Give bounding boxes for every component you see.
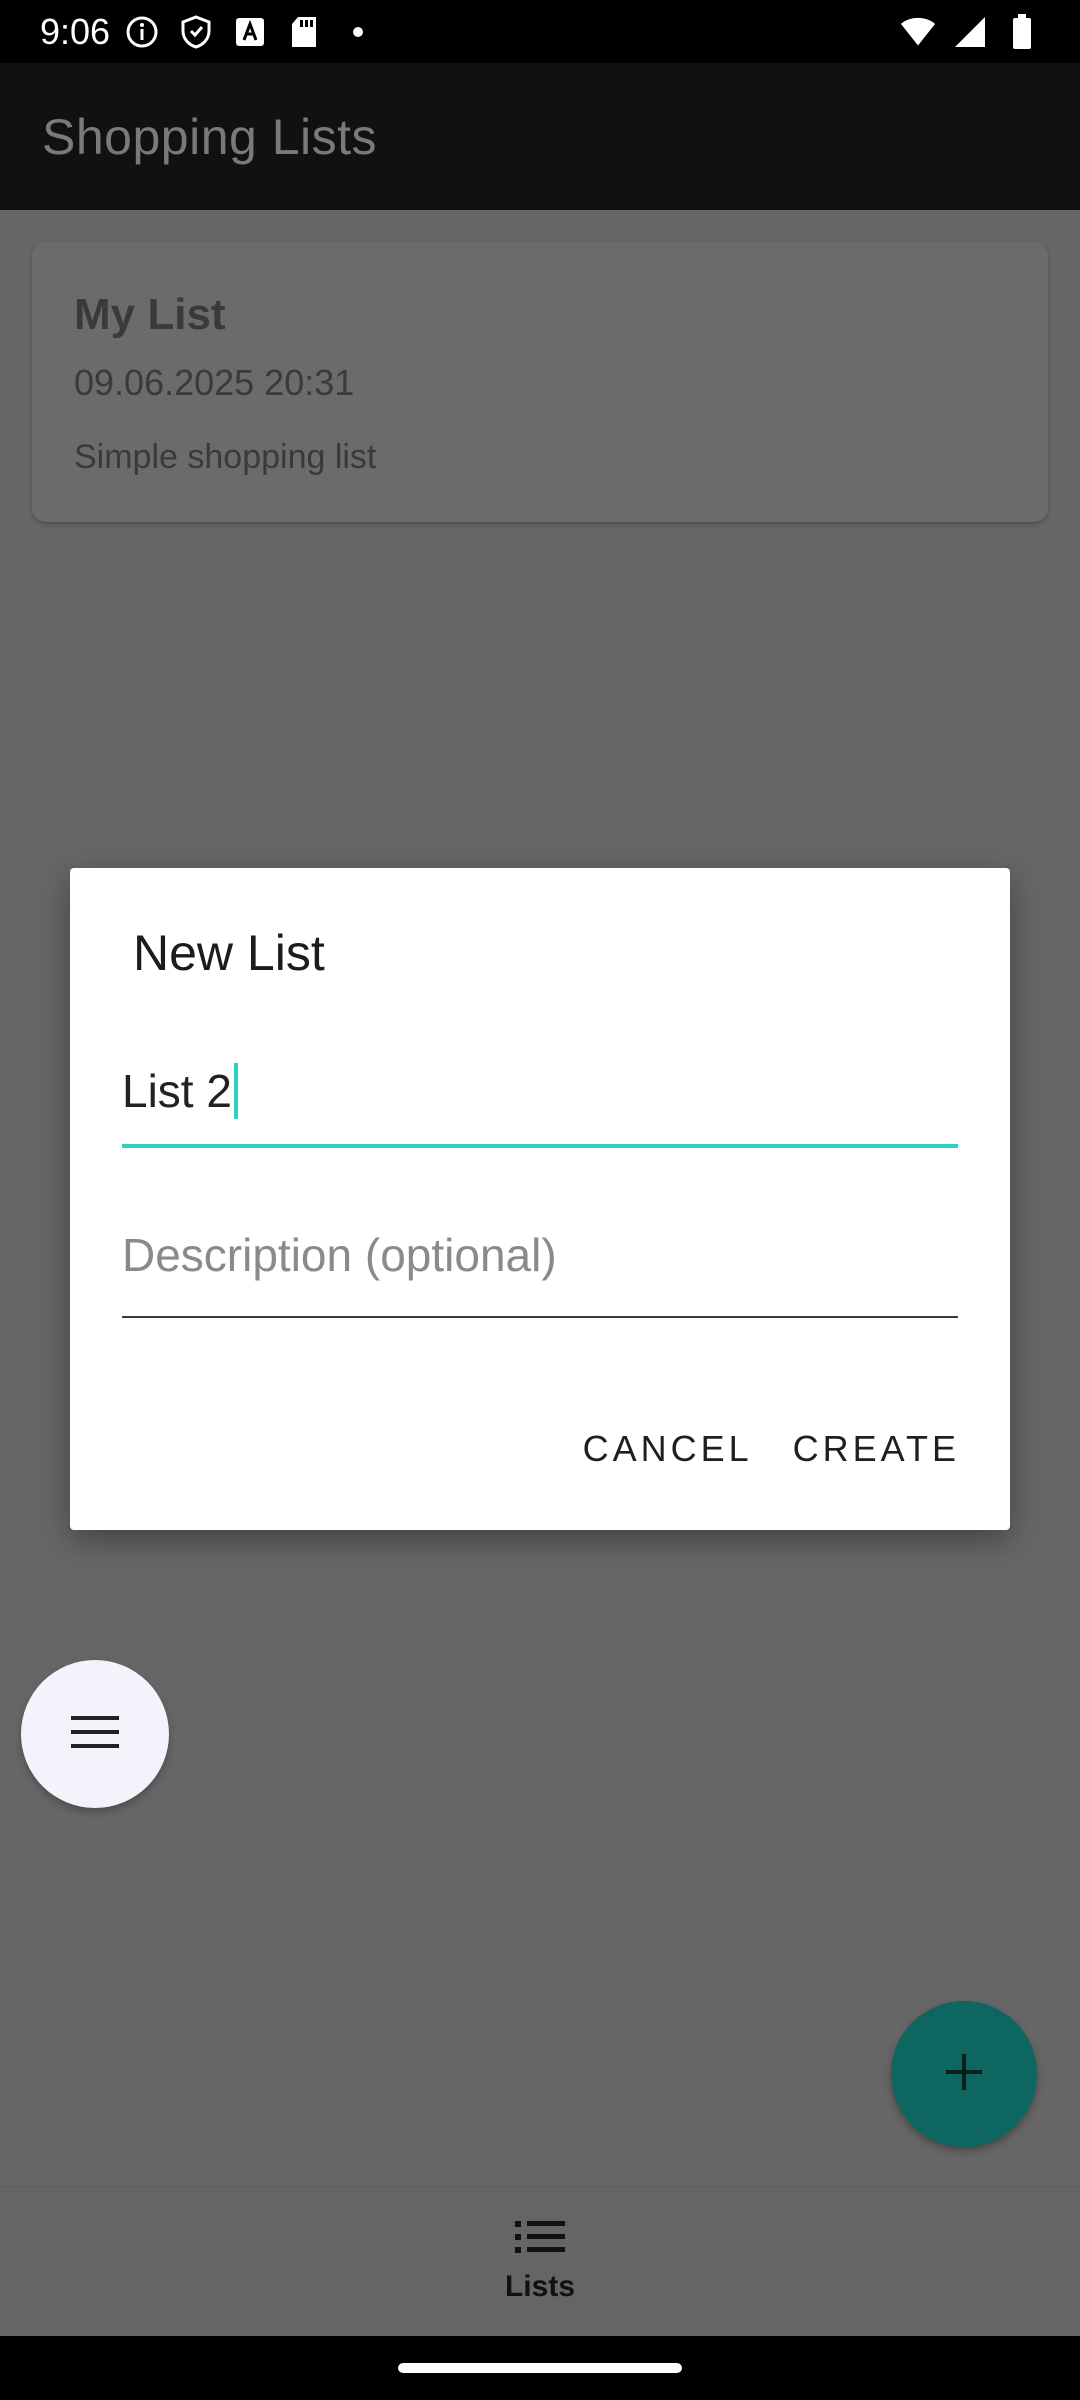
- add-list-fab-button[interactable]: [891, 2001, 1037, 2147]
- battery-icon: [1004, 13, 1040, 50]
- text-cursor: [233, 1063, 238, 1119]
- menu-icon: [71, 1714, 119, 1755]
- shield-icon: [178, 14, 214, 50]
- nav-item-label: Lists: [504, 2270, 576, 2303]
- description-field[interactable]: Description (optional): [122, 1218, 958, 1318]
- list-name-field[interactable]: List 2: [122, 1054, 958, 1148]
- list-name-value: List 2: [122, 1065, 232, 1117]
- dialog-actions: CANCEL CREATE: [583, 1428, 960, 1470]
- app-title: Shopping Lists: [42, 108, 378, 165]
- sd-card-icon: [286, 14, 322, 50]
- system-navigation-bar: [0, 2336, 1080, 2400]
- status-time: 9:06: [40, 10, 111, 52]
- home-gesture-handle[interactable]: [398, 2363, 682, 2373]
- bottom-navigation: Lists: [0, 2186, 1080, 2336]
- cancel-button[interactable]: CANCEL: [583, 1428, 753, 1470]
- status-icons-left: [124, 14, 376, 50]
- menu-fab-button[interactable]: [21, 1660, 169, 1808]
- list-card[interactable]: My List 09.06.2025 20:31 Simple shopping…: [32, 242, 1048, 522]
- status-icons-right: [900, 13, 1040, 50]
- nav-item-lists[interactable]: Lists: [505, 2219, 575, 2304]
- wifi-icon: [900, 14, 936, 50]
- dot-icon: [340, 14, 376, 50]
- create-button[interactable]: CREATE: [793, 1428, 960, 1470]
- list-card-title: My List: [74, 290, 226, 339]
- signal-icon: [952, 14, 988, 50]
- plus-icon: [944, 2052, 984, 2097]
- list-name-input[interactable]: List 2: [122, 1054, 238, 1128]
- app-bar: Shopping Lists: [0, 63, 1080, 210]
- new-list-dialog: New List List 2 Description (optional) C…: [70, 868, 1010, 1530]
- status-bar: 9:06: [0, 0, 1080, 63]
- info-icon: [124, 14, 160, 50]
- a-box-icon: [232, 14, 268, 50]
- list-card-description: Simple shopping list: [74, 438, 377, 476]
- dialog-title: New List: [133, 925, 325, 981]
- list-card-date: 09.06.2025 20:31: [74, 362, 355, 403]
- description-placeholder: Description (optional): [122, 1229, 557, 1281]
- list-icon: [515, 2219, 565, 2260]
